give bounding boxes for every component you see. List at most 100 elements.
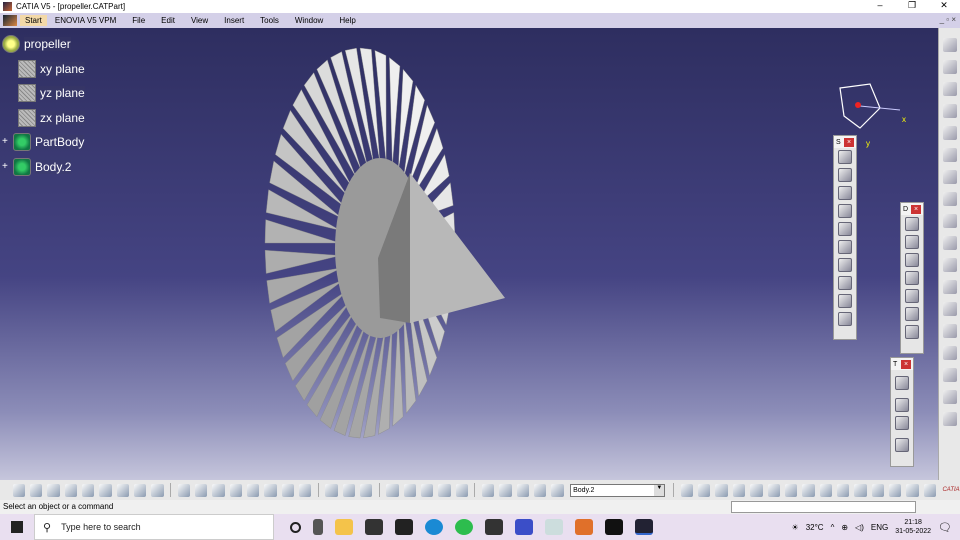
propeller-model[interactable] [0, 28, 938, 480]
tool-button[interactable] [942, 148, 957, 162]
command-input[interactable] [731, 501, 916, 513]
tool-button[interactable] [12, 483, 25, 497]
tool-button[interactable] [438, 483, 451, 497]
tool-button[interactable] [906, 483, 919, 497]
tool-button[interactable] [836, 483, 850, 497]
toolbar-close-button[interactable]: × [844, 137, 854, 147]
tool-button[interactable] [905, 307, 919, 321]
tool-button[interactable] [942, 302, 957, 316]
tool-button[interactable] [784, 483, 798, 497]
tool-button[interactable] [838, 222, 852, 236]
tool-button[interactable] [942, 390, 957, 404]
tool-button[interactable] [133, 483, 147, 497]
tool-button[interactable] [698, 483, 711, 497]
tool-button[interactable] [942, 280, 957, 294]
tool-button[interactable] [942, 104, 957, 118]
tool-button[interactable] [895, 376, 909, 390]
tool-button[interactable] [680, 483, 694, 497]
tool-button[interactable] [551, 483, 564, 497]
tool-button[interactable] [281, 483, 294, 497]
mail-icon[interactable] [365, 519, 383, 535]
tool-button[interactable] [47, 483, 60, 497]
tool-button[interactable] [264, 483, 277, 497]
app-icon[interactable] [515, 519, 533, 535]
expand-icon[interactable]: + [2, 161, 10, 171]
tool-button[interactable] [942, 258, 957, 272]
tool-button[interactable] [767, 483, 780, 497]
3d-viewport[interactable]: propeller xy plane yz plane zx plane + Pa… [0, 28, 938, 480]
tool-button[interactable] [802, 483, 815, 497]
tool-button[interactable] [838, 150, 852, 164]
tree-node-body2[interactable]: + Body.2 [2, 155, 85, 180]
tool-button[interactable] [942, 82, 957, 96]
notifications-icon[interactable]: 🗨 [938, 521, 952, 534]
tool-button[interactable] [871, 483, 884, 497]
tool-button[interactable] [99, 483, 112, 497]
tree-node-zx-plane[interactable]: zx plane [2, 106, 85, 131]
menu-start[interactable]: Start [20, 15, 47, 26]
document-window-controls[interactable]: _ ▫ × [939, 15, 956, 24]
tool-button[interactable] [923, 483, 936, 497]
tool-button[interactable] [838, 276, 852, 290]
tool-button[interactable] [838, 312, 852, 326]
tool-button[interactable] [325, 483, 338, 497]
tool-button[interactable] [942, 214, 957, 228]
tool-button[interactable] [386, 483, 399, 497]
tool-button[interactable] [342, 483, 355, 497]
menu-enovia[interactable]: ENOVIA V5 VPM [55, 16, 116, 25]
toolbar-close-button[interactable]: × [911, 204, 921, 214]
tool-button[interactable] [819, 483, 832, 497]
tool-button[interactable] [838, 294, 852, 308]
expand-icon[interactable]: + [2, 137, 10, 147]
network-icon[interactable]: ⊕ [841, 523, 848, 532]
sublime-icon[interactable] [575, 519, 593, 535]
tool-button[interactable] [905, 289, 919, 303]
tool-button[interactable] [533, 483, 547, 497]
catia-taskbar-icon[interactable] [635, 519, 653, 535]
tool-button[interactable] [212, 483, 225, 497]
weather-icon[interactable]: ☀ [792, 523, 799, 532]
tool-button[interactable] [905, 325, 919, 339]
python-icon[interactable] [545, 519, 563, 535]
tool-button[interactable] [942, 170, 957, 184]
whatsapp-icon[interactable] [455, 519, 473, 535]
tool-button[interactable] [246, 483, 260, 497]
tool-button[interactable] [151, 483, 164, 497]
tool-button[interactable] [359, 483, 373, 497]
tool-button[interactable] [455, 483, 468, 497]
tool-button[interactable] [403, 483, 416, 497]
app-icon[interactable] [605, 519, 623, 535]
tool-button[interactable] [732, 483, 746, 497]
tool-button[interactable] [905, 253, 919, 267]
close-button[interactable]: ✕ [928, 0, 960, 11]
tool-button[interactable] [942, 236, 957, 250]
tool-button[interactable] [516, 483, 529, 497]
minimize-button[interactable]: – [864, 0, 896, 11]
clock[interactable]: 21:18 31-05-2022 [895, 518, 931, 536]
tool-button[interactable] [905, 217, 919, 231]
tool-button[interactable] [942, 126, 957, 140]
tool-button[interactable] [194, 483, 208, 497]
tool-button[interactable] [888, 483, 902, 497]
tool-button[interactable] [838, 240, 852, 254]
volume-icon[interactable]: ◁) [855, 523, 864, 532]
store-icon[interactable] [395, 519, 413, 535]
tool-button[interactable] [942, 324, 957, 338]
tool-button[interactable] [229, 483, 242, 497]
tree-node-xy-plane[interactable]: xy plane [2, 57, 85, 82]
menu-insert[interactable]: Insert [224, 16, 244, 25]
tool-button[interactable] [481, 483, 495, 497]
tool-button[interactable] [499, 483, 512, 497]
tool-button[interactable] [895, 398, 909, 412]
language-indicator[interactable]: ENG [871, 523, 888, 532]
tool-button[interactable] [298, 483, 312, 497]
tool-button[interactable] [177, 483, 190, 497]
tool-button[interactable] [942, 346, 957, 360]
tool-button[interactable] [942, 412, 957, 426]
tool-button[interactable] [942, 368, 957, 382]
terminal-icon[interactable] [485, 519, 503, 535]
toolbar-close-button[interactable]: × [901, 359, 911, 369]
tree-node-partbody[interactable]: + PartBody [2, 130, 85, 155]
menu-window[interactable]: Window [295, 16, 323, 25]
menu-tools[interactable]: Tools [260, 16, 279, 25]
